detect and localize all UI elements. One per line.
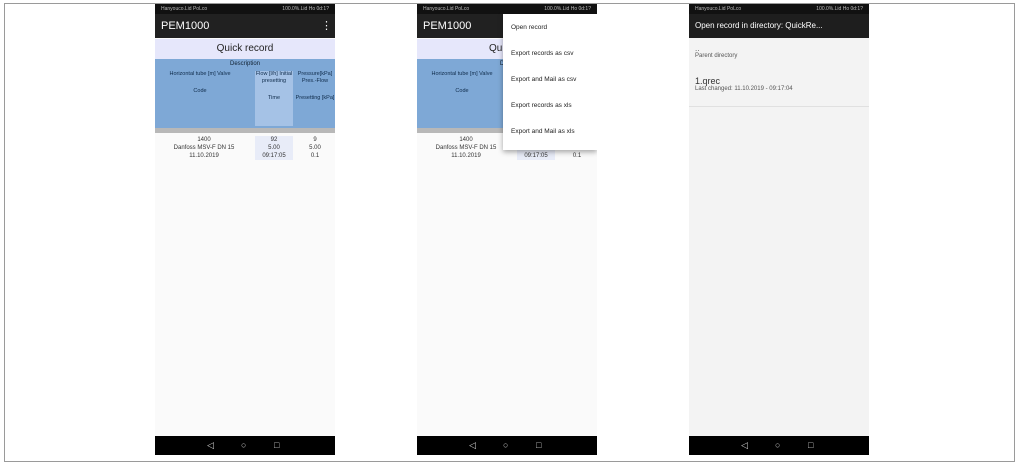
dialog-title: Open record in directory: QuickRe... <box>689 14 869 38</box>
cell-tube: 1400 Danfoss MSV-F DN 15 11.10.2019 <box>173 137 235 159</box>
app-title: PEM1000 <box>423 20 472 32</box>
status-right-text: 100.0%.Lid Ho 0d:1? <box>544 6 591 12</box>
cell-tube: 1400 Danfoss MSV-F DN 15 11.10.2019 <box>435 137 497 159</box>
status-left-text: Hanyouco.Lid PoLco <box>423 6 470 12</box>
phone-screen-quick-record: Hanyouco.Lid PoLco 100.0%.Lid Ho 0d:1? P… <box>155 4 335 455</box>
status-left-text: Hanyouco.Lid PoLco <box>695 6 742 12</box>
cell-flow: 925.0009:17:05 <box>255 136 293 160</box>
menu-item-open-record[interactable]: Open record <box>511 23 547 33</box>
home-icon[interactable]: ○ <box>503 436 508 455</box>
table-description: Description <box>229 61 260 67</box>
app-bar: PEM1000 ⋮ <box>155 14 335 38</box>
column-header-pressure: Pressure[kPa] Pres.-Flow Presetting [kPa… <box>295 71 335 101</box>
list-divider <box>689 106 869 107</box>
recent-apps-icon[interactable]: □ <box>274 436 279 455</box>
menu-item-export-csv[interactable]: Export records as csv <box>511 49 574 59</box>
home-icon[interactable]: ○ <box>775 436 780 455</box>
phone-screen-menu-open: Hanyouco.Lid PoLco 100.0%.Lid Ho 0d:1? P… <box>417 4 597 455</box>
status-right-text: 100.0%.Lid Ho 0d:1? <box>282 6 329 12</box>
table-separator <box>155 128 335 133</box>
app-title: PEM1000 <box>161 20 210 32</box>
file-item-qrec[interactable]: 1.qrec Last changed: 11.10.2019 - 09:17:… <box>695 76 793 92</box>
section-header: Quick record <box>155 39 335 59</box>
column-header-flow: Flow [l/h] Initial presetting Time <box>255 71 293 126</box>
nav-bar: ◁ ○ □ <box>155 436 335 455</box>
overflow-menu: Open record Export records as csv Export… <box>503 14 597 150</box>
status-bar: Hanyouco.Lid PoLco 100.0%.Lid Ho 0d:1? <box>417 4 597 14</box>
nav-bar: ◁ ○ □ <box>417 436 597 455</box>
back-icon[interactable]: ◁ <box>741 436 748 455</box>
column-header-tube: Horizontal tube [m] Valve Code <box>169 71 231 94</box>
table-header: Description Horizontal tube [m] Valve Co… <box>155 59 335 128</box>
file-list: .. Parent directory 1.qrec Last changed:… <box>689 38 869 436</box>
menu-item-export-xls[interactable]: Export records as xls <box>511 101 572 111</box>
status-right-text: 100.0%.Lid Ho 0d:1? <box>816 6 863 12</box>
recent-apps-icon[interactable]: □ <box>536 436 541 455</box>
status-bar: Hanyouco.Lid PoLco 100.0%.Lid Ho 0d:1? <box>689 4 869 14</box>
phone-screen-open-dialog: Hanyouco.Lid PoLco 100.0%.Lid Ho 0d:1? O… <box>689 4 869 455</box>
back-icon[interactable]: ◁ <box>207 436 214 455</box>
status-bar: Hanyouco.Lid PoLco 100.0%.Lid Ho 0d:1? <box>155 4 335 14</box>
column-header-tube: Horizontal tube [m] Valve Code <box>431 71 493 94</box>
overflow-menu-icon[interactable]: ⋮ <box>321 14 332 38</box>
nav-bar: ◁ ○ □ <box>689 436 869 455</box>
file-item-parent[interactable]: .. Parent directory <box>695 44 737 59</box>
cell-pressure: 95.000.1 <box>309 137 321 159</box>
recent-apps-icon[interactable]: □ <box>808 436 813 455</box>
status-left-text: Hanyouco.Lid PoLco <box>161 6 208 12</box>
home-icon[interactable]: ○ <box>241 436 246 455</box>
menu-item-mail-xls[interactable]: Export and Mail as xls <box>511 127 575 137</box>
back-icon[interactable]: ◁ <box>469 436 476 455</box>
menu-item-mail-csv[interactable]: Export and Mail as csv <box>511 75 576 85</box>
